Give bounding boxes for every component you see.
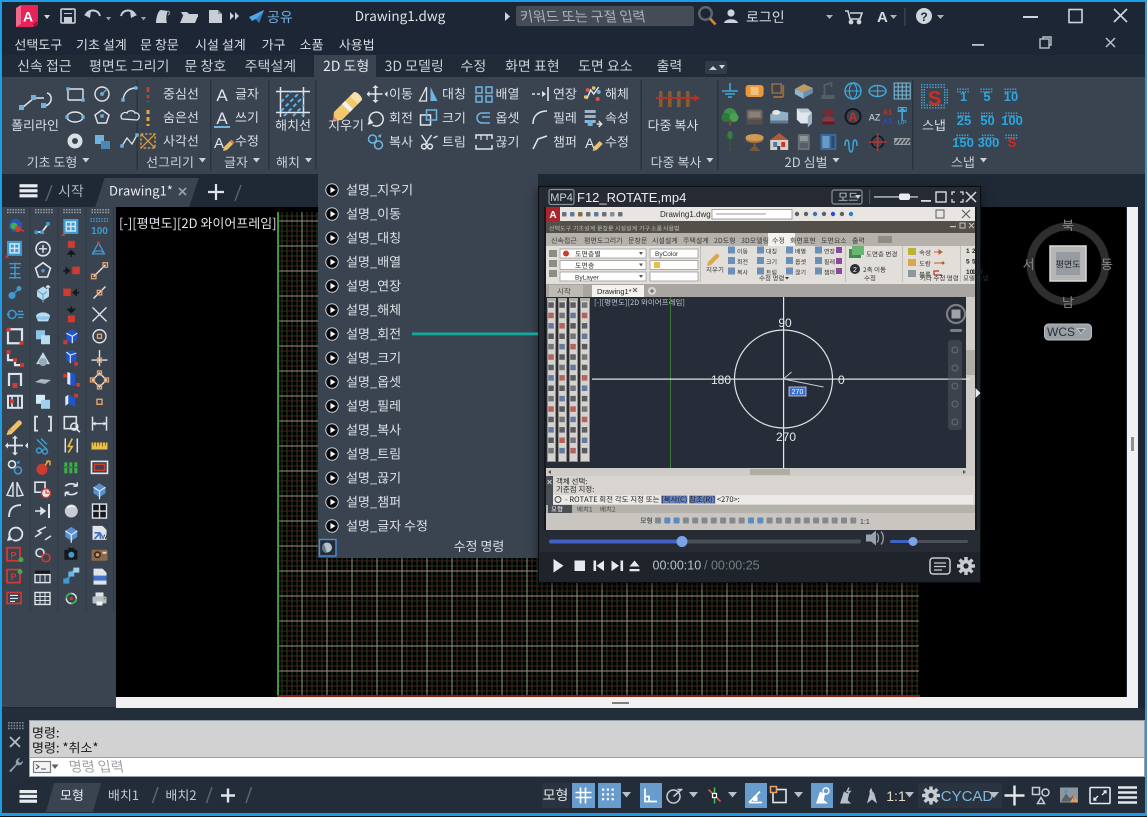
- svg-text:S: S: [928, 88, 941, 110]
- svg-text:?: ?: [920, 10, 927, 24]
- svg-text:A: A: [877, 9, 888, 26]
- svg-text:00:00:10: 00:00:10: [653, 559, 702, 573]
- svg-text:2: 2: [853, 267, 857, 274]
- svg-text:100: 100: [91, 226, 108, 237]
- svg-text:270: 270: [776, 430, 796, 444]
- svg-text:Drawing1.dwg: Drawing1.dwg: [660, 210, 711, 219]
- svg-text:ByColor: ByColor: [655, 251, 679, 258]
- svg-text:270: 270: [792, 389, 804, 396]
- svg-text:180: 180: [711, 373, 731, 387]
- svg-text:P: P: [10, 550, 16, 560]
- svg-text:1:1: 1:1: [860, 519, 870, 526]
- svg-text:A: A: [849, 110, 858, 124]
- svg-text:A3: A3: [883, 117, 893, 126]
- svg-text:A1: A1: [883, 108, 893, 117]
- svg-text:0: 0: [838, 373, 845, 387]
- svg-text:ByLayer: ByLayer: [575, 275, 600, 282]
- svg-text:MP4: MP4: [550, 192, 573, 204]
- svg-text:50: 50: [972, 259, 980, 266]
- svg-text:/ 00:00:25: / 00:00:25: [704, 559, 760, 573]
- svg-text:P: P: [10, 572, 16, 582]
- svg-text:A: A: [23, 9, 33, 25]
- svg-text:A: A: [549, 210, 556, 221]
- svg-text:100: 100: [972, 269, 983, 276]
- svg-text:25: 25: [972, 248, 980, 255]
- svg-text:A: A: [216, 86, 228, 105]
- svg-text:90: 90: [778, 316, 792, 330]
- svg-text:UP: UP: [898, 120, 907, 127]
- svg-text:1: 1: [966, 248, 970, 255]
- svg-text:Drawing1*: Drawing1*: [597, 287, 632, 296]
- svg-text:AZ: AZ: [869, 113, 881, 123]
- svg-text:A: A: [214, 135, 224, 152]
- svg-text:A: A: [216, 109, 228, 128]
- svg-text:CYCAD: CYCAD: [941, 788, 994, 805]
- svg-text:WCS: WCS: [1047, 325, 1075, 339]
- svg-text:W: W: [102, 535, 108, 541]
- svg-text:1:1: 1:1: [886, 788, 906, 804]
- svg-text:F12_ROTATE,mp4: F12_ROTATE,mp4: [577, 190, 686, 205]
- svg-text:5: 5: [966, 259, 970, 266]
